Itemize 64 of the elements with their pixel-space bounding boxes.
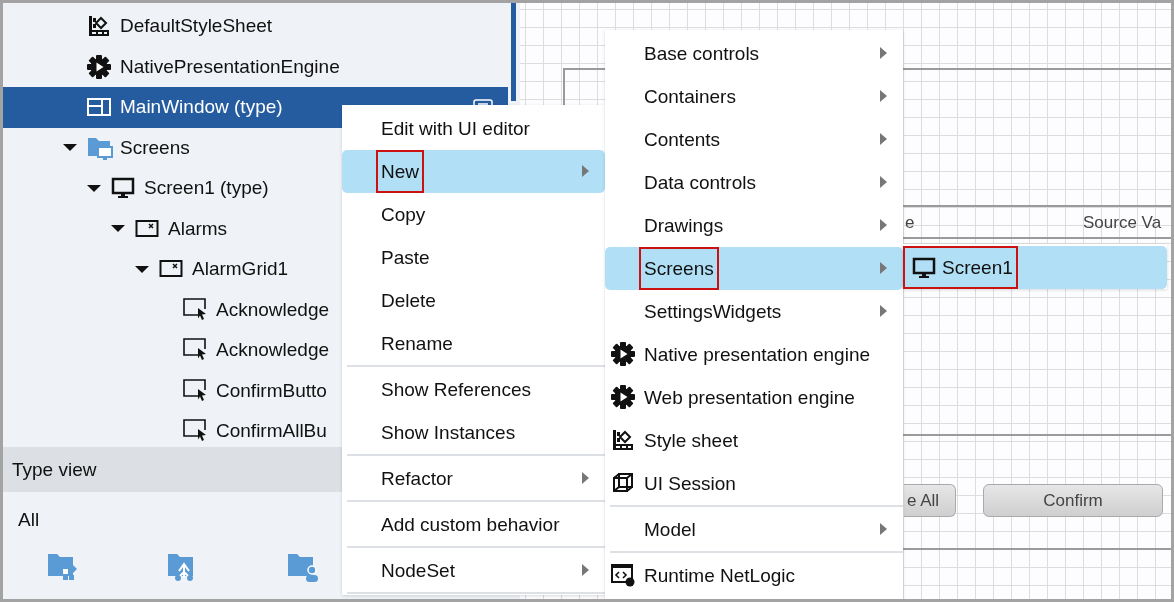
menu-item[interactable]: Show References [342, 368, 605, 411]
menu-item[interactable]: NodeSet [342, 549, 605, 592]
column-header: Source Va [1083, 213, 1162, 233]
submenu-arrow-icon [880, 523, 887, 535]
menu-item[interactable]: Refactor [342, 457, 605, 500]
menu-item[interactable]: Native presentation engine [605, 333, 903, 376]
scrollbar-thumb[interactable] [511, 3, 516, 101]
monitor-icon [912, 255, 936, 280]
menu-item[interactable]: Rename [342, 322, 605, 365]
menu-item[interactable]: Data controls [605, 161, 903, 204]
panel-title: Type view [12, 458, 97, 481]
menu-item[interactable]: Runtime NetLogic [605, 554, 903, 597]
submenu-arrow-icon [880, 305, 887, 317]
menu-item[interactable]: Style sheet [605, 419, 903, 462]
expand-arrow-icon[interactable] [111, 225, 125, 233]
menu-item[interactable]: Paste [342, 236, 605, 279]
submenu-arrow-icon [880, 219, 887, 231]
cube-network-icon [611, 471, 635, 495]
menu-item[interactable]: UI Session [605, 462, 903, 505]
gear-play-icon [87, 54, 111, 79]
filter-label[interactable]: All [18, 508, 40, 531]
submenu-arrow-icon [880, 47, 887, 59]
submenu-arrow-icon [582, 472, 589, 484]
menu-item[interactable]: SettingsWidgets [605, 290, 903, 333]
menu-item[interactable]: Screen1 [903, 246, 1167, 289]
submenu-arrow-icon [582, 564, 589, 576]
submenu-arrow-icon [880, 262, 887, 274]
menu-item[interactable]: Delete [342, 279, 605, 322]
gear-play-icon [611, 342, 635, 366]
menu-item[interactable]: Copy [342, 193, 605, 236]
highlight-frame: Screen1 [903, 246, 1018, 289]
submenu-arrow-icon [880, 176, 887, 188]
button-cursor-icon [183, 377, 209, 404]
monitor-icon [111, 176, 135, 201]
canvas-button[interactable]: e All [904, 484, 956, 517]
code-window-icon [611, 563, 635, 587]
folder-blocks-icon[interactable] [47, 551, 79, 583]
menu-item[interactable]: Drawings [605, 204, 903, 247]
tree-item[interactable]: DefaultStyleSheet [3, 6, 508, 47]
expand-arrow-icon[interactable] [63, 144, 77, 152]
highlight-frame: Screens [639, 247, 719, 290]
column-header: e [905, 213, 915, 233]
menu-item[interactable]: Show Instances [342, 411, 605, 454]
menu-item[interactable]: Screens [605, 247, 903, 290]
highlight-frame: New [376, 150, 424, 193]
menu-item[interactable]: Model [605, 508, 903, 551]
menu-item[interactable]: Containers [605, 75, 903, 118]
expand-arrow-icon[interactable] [87, 184, 101, 192]
folder-user-icon[interactable] [287, 551, 319, 583]
expand-arrow-icon[interactable] [135, 265, 149, 273]
button-cursor-icon [183, 296, 209, 323]
submenu-arrow-icon [582, 165, 589, 177]
menu-item[interactable]: Contents [605, 118, 903, 161]
menu-item[interactable]: Add custom behavior [342, 503, 605, 546]
menu-item[interactable]: Web presentation engine [605, 376, 903, 419]
style-sheet-icon [611, 428, 635, 452]
menu-item[interactable]: Base controls [605, 32, 903, 75]
submenu-arrow-icon [880, 133, 887, 145]
tree-item[interactable]: NativePresentationEngine [3, 46, 508, 87]
style-sheet-icon [87, 14, 111, 39]
menu-item[interactable]: New [342, 150, 605, 193]
gear-play-icon [611, 385, 635, 409]
canvas-button[interactable]: Confirm [983, 484, 1163, 517]
submenu-arrow-icon [880, 90, 887, 102]
